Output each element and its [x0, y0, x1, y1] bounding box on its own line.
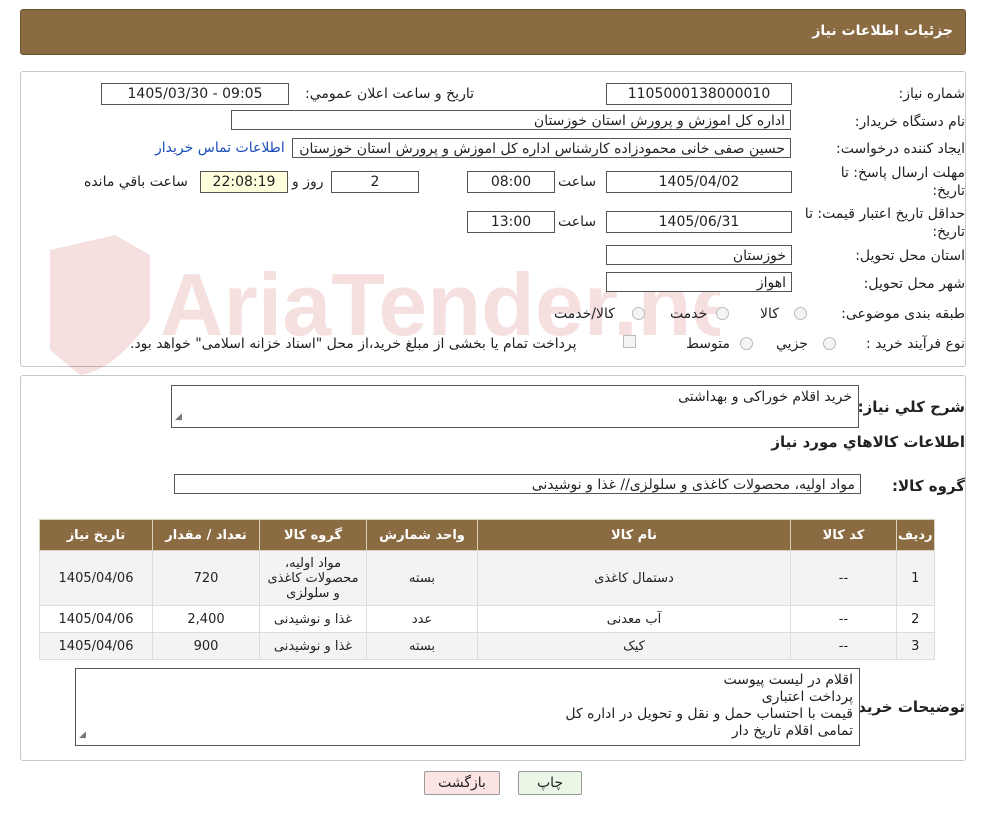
table-row: 2 -- آب معدنی عدد غذا و نوشیدنی 2,400 14… — [39, 605, 935, 633]
page-header: جزئیات اطلاعات نیاز — [20, 9, 966, 55]
goods-group-field: مواد اولیه، محصولات کاغذی و سلولزی// غذا… — [174, 474, 861, 494]
col-qty: تعداد / مقدار — [152, 519, 260, 551]
validity-label-date: تاریخ: — [932, 224, 965, 240]
cell-row: 1 — [896, 550, 935, 606]
process-label: نوع فرآیند خرید : — [866, 336, 965, 352]
summary-text: خرید اقلام خوراکی و بهداشتی — [678, 389, 852, 405]
cell-unit: بسته — [366, 632, 478, 660]
cell-row: 3 — [896, 632, 935, 660]
goods-group-label: گروه کالا: — [892, 477, 965, 495]
col-row: ردیف — [896, 519, 935, 551]
cell-name: کیک — [477, 632, 791, 660]
category-goods-label: کالا — [760, 306, 779, 322]
page-title: جزئیات اطلاعات نیاز — [812, 23, 953, 39]
cell-group: غذا و نوشیدنی — [259, 605, 367, 633]
deadline-label-date: تاریخ: — [932, 183, 965, 199]
buyer-notes-textarea[interactable]: اقلام در لیست پیوست پرداخت اعتباری قیمت … — [75, 668, 860, 746]
category-goods-service-label: کالا/خدمت — [554, 306, 615, 322]
deadline-date-field: 1405/04/02 — [606, 171, 792, 193]
buyer-contact-link[interactable]: اطلاعات تماس خریدار — [155, 140, 285, 156]
days-remaining-field: 2 — [331, 171, 419, 193]
cell-group: غذا و نوشیدنی — [259, 632, 367, 660]
city-field: اهواز — [606, 272, 792, 292]
buyer-org-label: نام دستگاه خریدار: — [854, 114, 965, 130]
items-table: ردیف کد کالا نام کالا واحد شمارش گروه کا… — [39, 519, 935, 660]
note-line: قیمت با احتساب حمل و نقل و تحویل در ادار… — [565, 706, 853, 722]
resize-grip-icon: ◢ — [79, 730, 86, 740]
cell-qty: 2,400 — [152, 605, 260, 633]
treasury-payment-checkbox[interactable] — [623, 335, 636, 348]
col-group: گروه کالا — [259, 519, 367, 551]
cell-qty: 720 — [152, 550, 260, 606]
process-minor-radio[interactable] — [823, 337, 836, 350]
deadline-time-label: ساعت — [558, 174, 597, 190]
cell-unit: بسته — [366, 550, 478, 606]
city-label: شهر محل تحویل: — [863, 276, 965, 292]
days-label: روز و — [292, 174, 324, 190]
need-number-label: شماره نیاز: — [898, 86, 966, 102]
category-service-label: خدمت — [670, 306, 708, 322]
cell-group: مواد اولیه، محصولات کاغذی و سلولزی — [259, 550, 367, 606]
cell-unit: عدد — [366, 605, 478, 633]
buyer-org-field: اداره کل اموزش و پرورش استان خوزستان — [231, 110, 791, 130]
goods-section-title: اطلاعات کالاهاي مورد نیاز — [771, 433, 965, 451]
summary-label: شرح کلي نیاز: — [857, 398, 965, 416]
cell-date: 1405/04/06 — [39, 550, 153, 606]
print-button[interactable]: چاپ — [518, 771, 582, 795]
treasury-payment-label: پرداخت تمام یا بخشی از مبلغ خرید،از محل … — [130, 336, 577, 352]
col-code: کد کالا — [790, 519, 897, 551]
cell-row: 2 — [896, 605, 935, 633]
validity-date-field: 1405/06/31 — [606, 211, 792, 233]
requester-label: ایجاد کننده درخواست: — [836, 141, 965, 157]
announce-field: 1405/03/30 - 09:05 — [101, 83, 289, 105]
cell-name: دستمال کاغذی — [477, 550, 791, 606]
items-table-header: ردیف کد کالا نام کالا واحد شمارش گروه کا… — [39, 519, 935, 551]
table-row: 3 -- کیک بسته غذا و نوشیدنی 900 1405/04/… — [39, 632, 935, 660]
remaining-time-field: 22:08:19 — [200, 171, 288, 193]
deadline-time-field: 08:00 — [467, 171, 555, 193]
process-minor-label: جزیي — [776, 336, 808, 352]
cell-code: -- — [790, 605, 897, 633]
note-line: اقلام در لیست پیوست — [723, 672, 853, 688]
category-goods-service-radio[interactable] — [632, 307, 645, 320]
process-medium-label: متوسط — [686, 336, 730, 352]
cell-date: 1405/04/06 — [39, 605, 153, 633]
need-number-field: 1105000138000010 — [606, 83, 792, 105]
validity-time-field: 13:00 — [467, 211, 555, 233]
note-line: پرداخت اعتباری — [761, 689, 853, 705]
col-unit: واحد شمارش — [366, 519, 478, 551]
cell-name: آب معدنی — [477, 605, 791, 633]
table-row: 1 -- دستمال کاغذی بسته مواد اولیه، محصول… — [39, 550, 935, 606]
resize-grip-icon: ◢ — [175, 412, 182, 422]
deadline-label: مهلت ارسال پاسخ: تا — [840, 165, 965, 181]
province-label: استان محل تحویل: — [855, 248, 965, 264]
summary-textarea[interactable]: خرید اقلام خوراکی و بهداشتی ◢ — [171, 385, 859, 428]
cell-qty: 900 — [152, 632, 260, 660]
requester-field: حسین صفی خانی محمودزاده کارشناس اداره کل… — [292, 138, 791, 158]
items-table-wrap: ردیف کد کالا نام کالا واحد شمارش گروه کا… — [39, 519, 935, 660]
process-medium-radio[interactable] — [740, 337, 753, 350]
validity-time-label: ساعت — [558, 214, 597, 230]
announce-label: تاریخ و ساعت اعلان عمومي: — [305, 86, 474, 102]
cell-code: -- — [790, 632, 897, 660]
province-field: خوزستان — [606, 245, 792, 265]
back-button[interactable]: بازگشت — [424, 771, 500, 795]
col-name: نام کالا — [477, 519, 791, 551]
cell-date: 1405/04/06 — [39, 632, 153, 660]
category-goods-radio[interactable] — [794, 307, 807, 320]
validity-label: حداقل تاریخ اعتبار قیمت: تا — [804, 206, 965, 222]
category-label: طبقه بندی موضوعی: — [841, 306, 965, 322]
note-line: تمامی اقلام تاریخ دار — [731, 723, 853, 739]
category-service-radio[interactable] — [716, 307, 729, 320]
cell-code: -- — [790, 550, 897, 606]
col-date: تاریخ نیاز — [39, 519, 153, 551]
remaining-label: ساعت باقي مانده — [84, 174, 188, 190]
